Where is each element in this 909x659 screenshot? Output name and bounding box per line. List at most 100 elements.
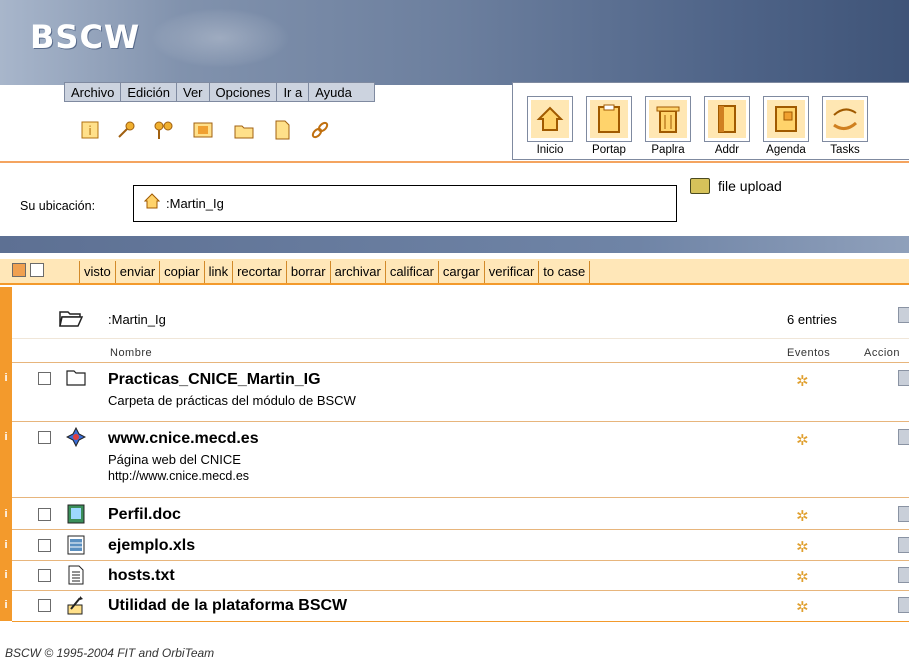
clipboard-button[interactable]: [586, 96, 632, 142]
spreadsheet-icon: [66, 535, 86, 555]
header-divider: [0, 161, 909, 163]
nav-label-addr: Addr: [714, 144, 740, 156]
action-verificar[interactable]: verificar: [485, 261, 540, 283]
item-actions-button[interactable]: [898, 597, 909, 613]
deselect-all-checkbox[interactable]: [30, 263, 44, 277]
event-star-icon[interactable]: ✲: [796, 568, 809, 586]
item-actions-button[interactable]: [898, 506, 909, 522]
row-checkbox[interactable]: [38, 508, 51, 521]
key-icon[interactable]: [114, 118, 138, 142]
item-title-url[interactable]: www.cnice.mecd.es: [108, 430, 259, 448]
action-cargar[interactable]: cargar: [439, 261, 485, 283]
column-header-name[interactable]: Nombre: [110, 347, 152, 359]
column-header-actions: Accion: [864, 347, 901, 359]
action-enviar[interactable]: enviar: [116, 261, 161, 283]
row-separator: [12, 421, 909, 422]
item-actions-button[interactable]: [898, 429, 909, 445]
clipboard-icon: [598, 104, 620, 133]
text-file-icon: [66, 565, 86, 585]
picture-icon[interactable]: [191, 118, 215, 142]
event-star-icon[interactable]: ✲: [796, 598, 809, 616]
home-icon[interactable]: [143, 193, 161, 214]
link-icon[interactable]: [308, 118, 332, 142]
event-star-icon[interactable]: ✲: [796, 431, 809, 449]
info-icon[interactable]: i: [0, 508, 12, 520]
row-checkbox[interactable]: [38, 599, 51, 612]
item-actions-button[interactable]: [898, 370, 909, 386]
bscw-logo: BSCW: [30, 18, 141, 56]
item-url: http://www.cnice.mecd.es: [108, 469, 250, 483]
item-title-perfil[interactable]: Perfil.doc: [108, 506, 181, 524]
item-actions-button[interactable]: [898, 537, 909, 553]
row-checkbox[interactable]: [38, 372, 51, 385]
info-icon[interactable]: i: [0, 372, 12, 384]
event-star-icon[interactable]: ✲: [796, 538, 809, 556]
action-links: visto enviar copiar link recortar borrar…: [79, 261, 591, 283]
address-book-button[interactable]: [704, 96, 750, 142]
action-to-case[interactable]: to case: [539, 261, 591, 283]
action-borrar[interactable]: borrar: [287, 261, 331, 283]
row-separator: [12, 560, 909, 561]
action-link[interactable]: link: [205, 261, 234, 283]
keys-icon[interactable]: [151, 118, 175, 142]
new-document-icon[interactable]: [270, 118, 294, 142]
menu-ir-a[interactable]: Ir a: [277, 83, 310, 101]
action-calificar[interactable]: calificar: [386, 261, 439, 283]
location-label: Su ubicación:: [20, 199, 96, 213]
info-icon[interactable]: i: [0, 539, 12, 551]
nav-label-paplra: Paplra: [651, 144, 685, 156]
home-icon: [536, 106, 564, 131]
select-all-checkbox[interactable]: [12, 263, 26, 277]
row-checkbox[interactable]: [38, 431, 51, 444]
event-star-icon[interactable]: ✲: [796, 507, 809, 525]
new-folder-icon[interactable]: [232, 118, 256, 142]
globe-decoration: [150, 8, 290, 68]
nav-label-tasks: Tasks: [830, 144, 860, 156]
header-separator: [12, 338, 909, 339]
file-upload-link[interactable]: file upload: [718, 178, 782, 194]
event-star-icon[interactable]: ✲: [796, 372, 809, 390]
row-checkbox[interactable]: [38, 569, 51, 582]
trash-icon: [656, 106, 680, 133]
info-icon[interactable]: i: [0, 569, 12, 581]
info-icon[interactable]: i: [0, 431, 12, 443]
row-checkbox[interactable]: [38, 539, 51, 552]
info-icon[interactable]: i: [0, 599, 12, 611]
svg-text:i: i: [88, 124, 91, 138]
action-archivar[interactable]: archivar: [331, 261, 386, 283]
info-icon[interactable]: i: [78, 118, 102, 142]
row-separator: [12, 590, 909, 591]
upload-folder-icon[interactable]: [690, 178, 710, 194]
item-title-hosts[interactable]: hosts.txt: [108, 567, 175, 585]
menu-edicion[interactable]: Edición: [121, 83, 177, 101]
action-visto[interactable]: visto: [80, 261, 116, 283]
action-copiar[interactable]: copiar: [160, 261, 205, 283]
tasks-button[interactable]: [822, 96, 868, 142]
address-book-icon: [718, 105, 736, 133]
folder-actions-button[interactable]: [898, 307, 909, 323]
url-icon: [65, 426, 87, 448]
item-title-utilidad[interactable]: Utilidad de la plataforma BSCW: [108, 597, 347, 615]
nav-label-agenda: Agenda: [766, 144, 806, 156]
menu-opciones[interactable]: Opciones: [210, 83, 278, 101]
nav-label-inicio: Inicio: [536, 144, 564, 156]
row-separator: [12, 529, 909, 530]
menu-ver[interactable]: Ver: [177, 83, 210, 101]
entries-count: 6 entries: [787, 312, 837, 327]
column-header-events[interactable]: Eventos: [787, 347, 830, 359]
item-description: Carpeta de prácticas del módulo de BSCW: [108, 393, 356, 408]
item-title-ejemplo[interactable]: ejemplo.xls: [108, 537, 195, 555]
trash-button[interactable]: [645, 96, 691, 142]
footer-copyright: BSCW © 1995-2004 FIT and OrbiTeam: [5, 647, 215, 659]
row-separator: [12, 362, 909, 363]
list-bottom-border: [12, 621, 909, 622]
action-recortar[interactable]: recortar: [233, 261, 287, 283]
note-icon: [66, 595, 86, 615]
home-button[interactable]: [527, 96, 573, 142]
item-actions-button[interactable]: [898, 567, 909, 583]
item-title-practicas[interactable]: Practicas_CNICE_Martin_IG: [108, 371, 321, 389]
location-path[interactable]: :Martin_Ig: [166, 196, 224, 211]
agenda-button[interactable]: [763, 96, 809, 142]
menu-archivo[interactable]: Archivo: [65, 83, 122, 101]
menu-ayuda[interactable]: Ayuda: [309, 83, 374, 101]
